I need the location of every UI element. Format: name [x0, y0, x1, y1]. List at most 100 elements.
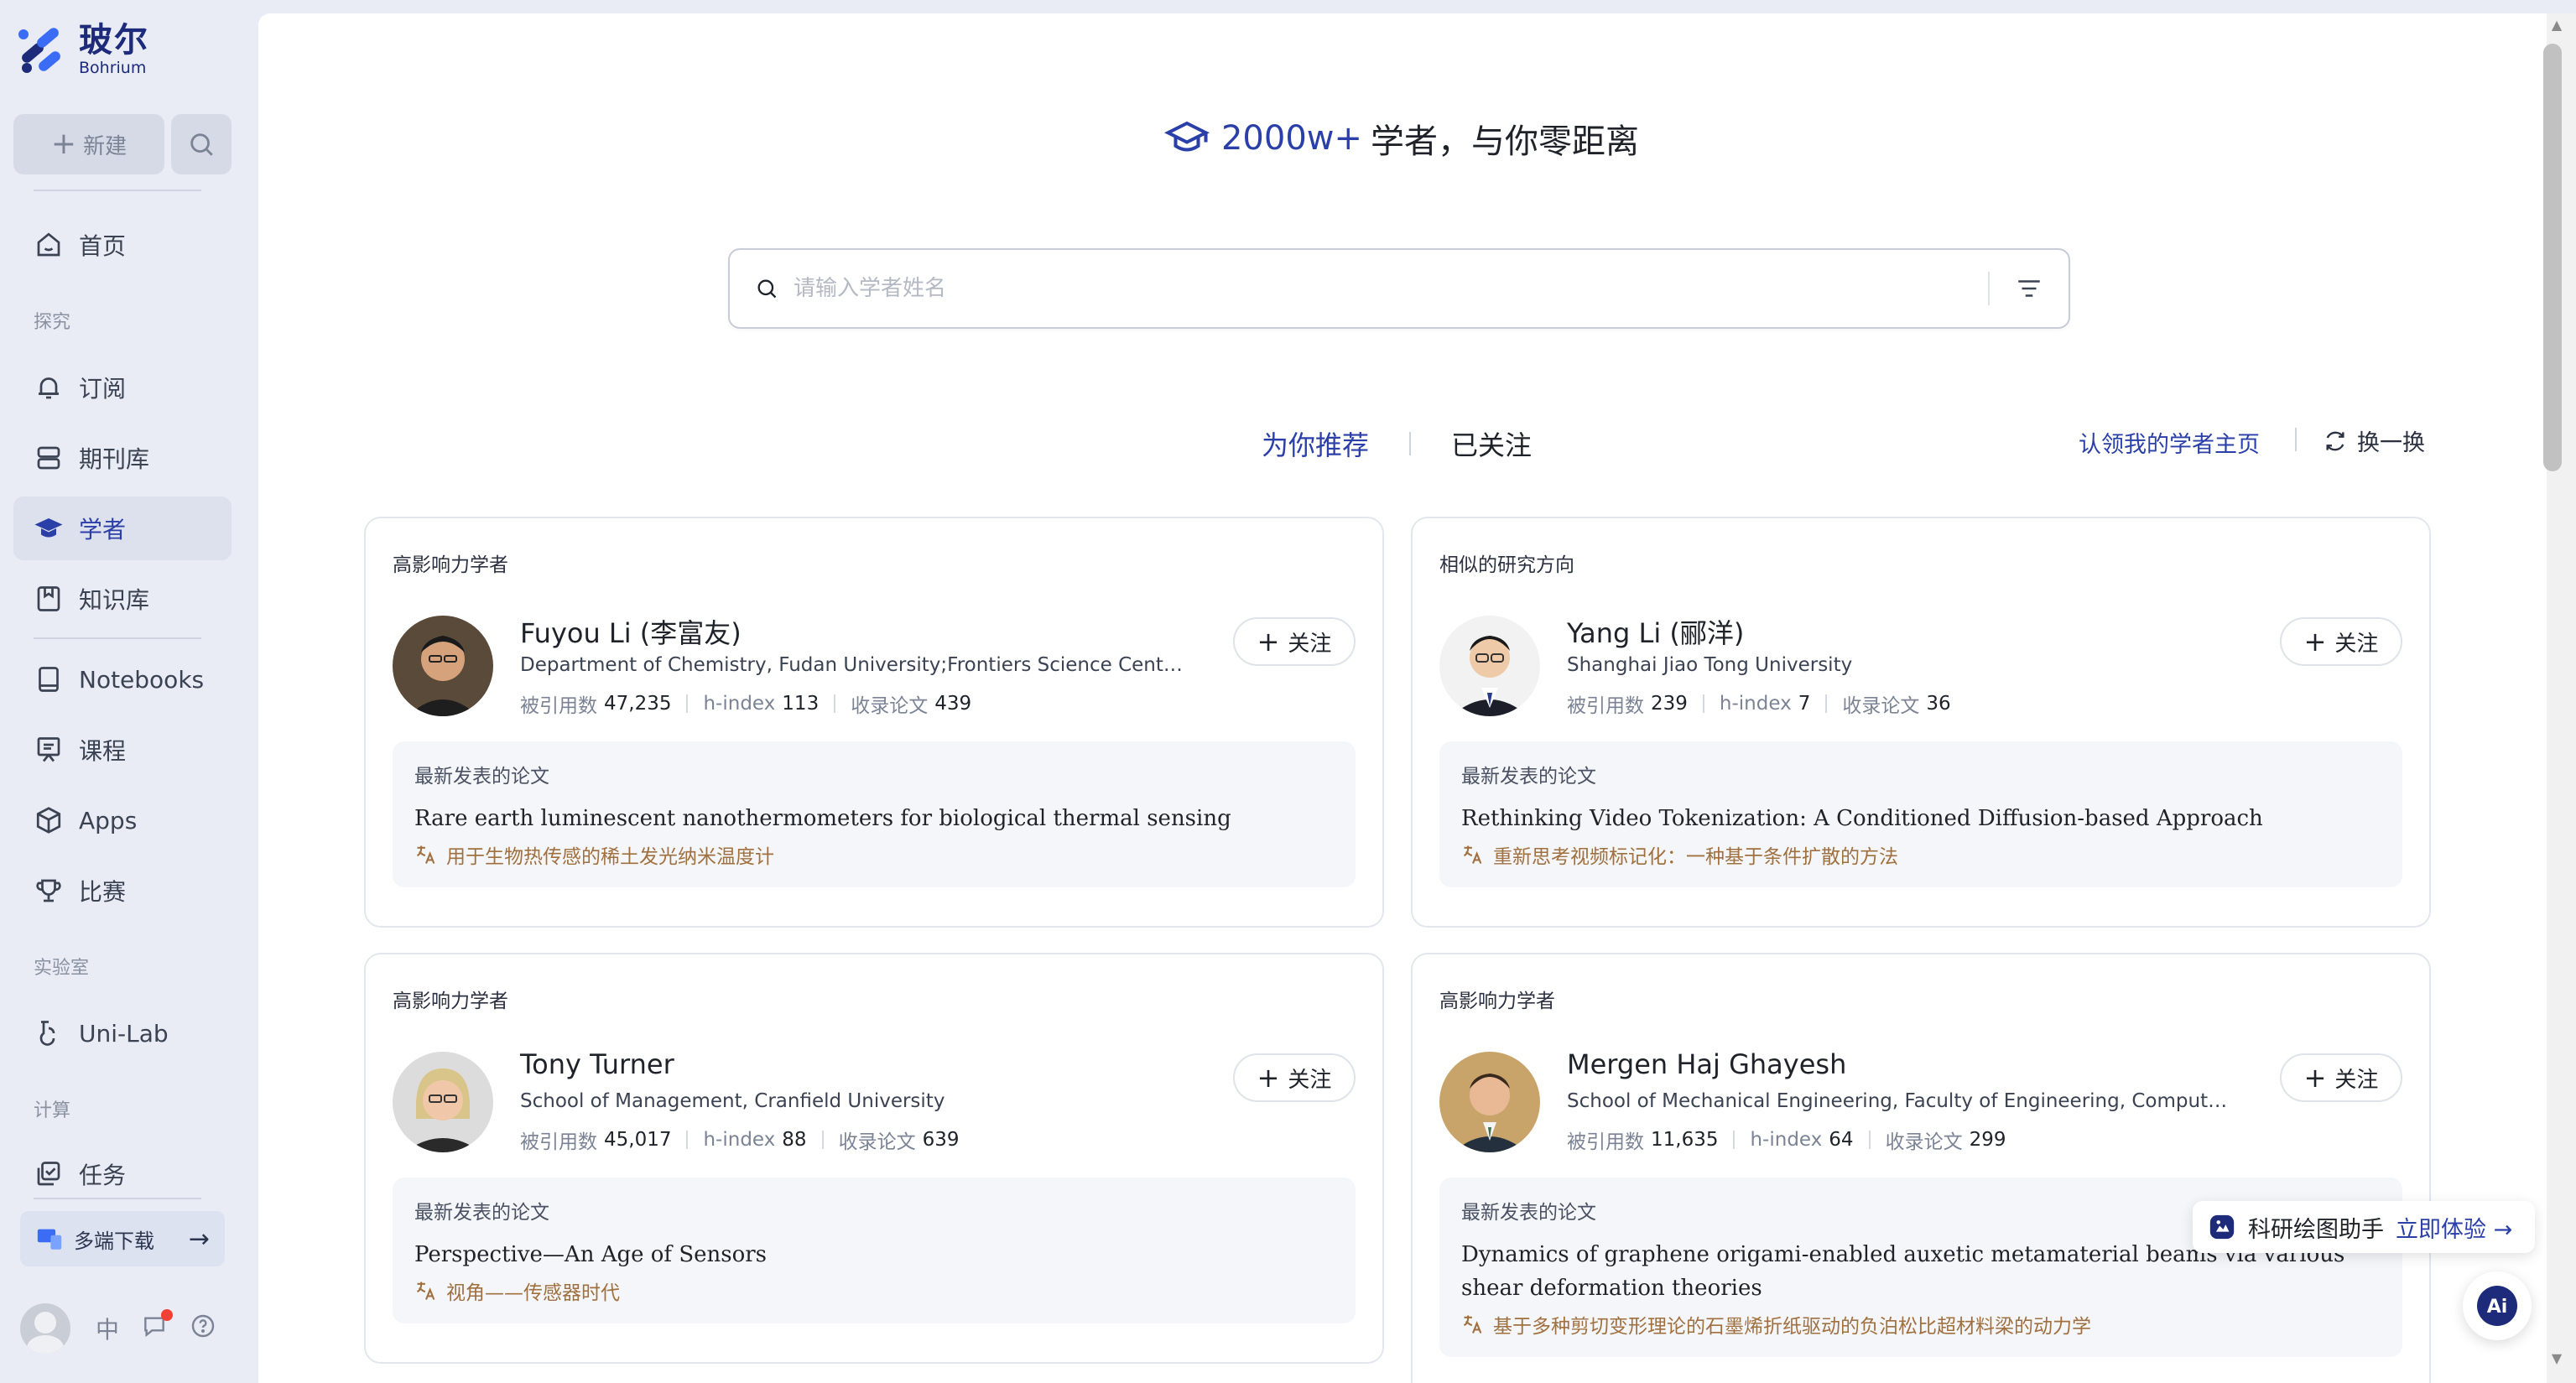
sidebar-item-label: 比赛: [79, 878, 127, 906]
book-save-icon: [37, 586, 60, 611]
trophy-icon: [36, 879, 61, 902]
follow-button[interactable]: + 关注: [2280, 617, 2402, 666]
scholar-card[interactable]: 高影响力学者 Mergen Haj Ghayesh School of Mech…: [1411, 953, 2431, 1383]
section-lab: 实验室: [34, 958, 90, 979]
stat-divider: [1825, 694, 1828, 713]
sidebar-item-courses[interactable]: 课程: [13, 718, 232, 782]
follow-button[interactable]: + 关注: [1233, 1053, 1356, 1102]
scholar-stats: 被引用数 239 h-index 7 收录论文 36: [1567, 689, 1951, 718]
stat-divider: [686, 1131, 689, 1149]
tab-recommended[interactable]: 为你推荐: [1262, 424, 1369, 463]
paper-translation-text: 视角——传感器时代: [446, 1282, 620, 1304]
follow-button[interactable]: + 关注: [2280, 1053, 2402, 1102]
sidebar-item-contests[interactable]: 比赛: [13, 859, 232, 923]
plus-icon: +: [50, 127, 77, 161]
multi-device-download-button[interactable]: 多端下载 →: [20, 1211, 225, 1266]
tab-divider: [1409, 432, 1412, 455]
help-icon[interactable]: [190, 1313, 216, 1345]
hindex-value: 64: [1829, 1129, 1854, 1151]
paper-title[interactable]: Rethinking Video Tokenization: A Conditi…: [1461, 802, 2381, 835]
scholar-avatar[interactable]: [393, 616, 493, 716]
scholar-avatar[interactable]: [393, 1052, 493, 1152]
sidebar-item-notebooks[interactable]: Notebooks: [13, 647, 232, 711]
hindex-label: h-index: [1750, 1129, 1823, 1151]
scholar-card[interactable]: 高影响力学者 Fuyou Li (李富友) Department of Chem…: [364, 517, 1384, 928]
scholar-affiliation: School of Management, Cranfield Universi…: [520, 1090, 945, 1112]
paper-translation: 重新思考视频标记化：一种基于条件扩散的方法: [1461, 840, 2381, 869]
sidebar-item-knowledge[interactable]: 知识库: [13, 567, 232, 631]
sidebar-item-apps[interactable]: Apps: [13, 788, 232, 852]
user-avatar[interactable]: [20, 1303, 70, 1354]
message-icon[interactable]: [141, 1308, 174, 1345]
stat-divider: [821, 1131, 824, 1149]
drawing-assistant-banner[interactable]: 科研绘图助手 立即体验 →: [2193, 1201, 2535, 1253]
card-tag: 高影响力学者: [1439, 990, 1555, 1012]
claim-profile-link[interactable]: 认领我的学者主页: [2079, 426, 2260, 459]
plus-icon: +: [2303, 626, 2327, 658]
scholar-avatar[interactable]: [1439, 616, 1540, 716]
sidebar-item-scholars[interactable]: 学者: [13, 497, 232, 560]
scholar-search-input[interactable]: [794, 276, 1963, 301]
new-button-label: 新建: [83, 133, 127, 159]
scholar-card[interactable]: 高影响力学者 Tony Turner School of Management,…: [364, 953, 1384, 1364]
paper-translation: 用于生物热传感的稀土发光纳米温度计: [414, 840, 1334, 869]
sidebar-search-button[interactable]: [171, 114, 232, 174]
papers-value: 36: [1926, 693, 1951, 715]
citations-value: 47,235: [604, 693, 672, 715]
hindex-value: 7: [1798, 693, 1811, 715]
scholar-name[interactable]: Fuyou Li (李富友): [520, 612, 742, 651]
sidebar-divider: [34, 637, 201, 639]
sidebar-item-journals[interactable]: 期刊库: [13, 426, 232, 490]
try-now-link[interactable]: 立即体验 →: [2396, 1211, 2512, 1244]
scholar-name[interactable]: Yang Li (郦洋): [1567, 612, 1744, 651]
sidebar-item-subscribe[interactable]: 订阅: [13, 356, 232, 419]
flask-icon: [39, 1021, 55, 1046]
tab-following[interactable]: 已关注: [1451, 424, 1532, 463]
sidebar-item-label: 课程: [79, 737, 127, 765]
graduation-cap-icon: [34, 518, 63, 538]
scroll-up-arrow[interactable]: ▲: [2547, 17, 2567, 33]
papers-label: 收录论文: [838, 1131, 916, 1153]
latest-paper[interactable]: 最新发表的论文 Perspective—An Age of Sensors 视角…: [393, 1178, 1356, 1323]
translate-icon: [1463, 1315, 1482, 1334]
latest-paper[interactable]: 最新发表的论文 Rare earth luminescent nanotherm…: [393, 741, 1356, 887]
sidebar-item-unilab[interactable]: Uni-Lab: [13, 1001, 232, 1065]
language-switch[interactable]: 中: [96, 1312, 119, 1345]
papers-value: 299: [1969, 1129, 2006, 1151]
translate-icon: [1463, 845, 1482, 864]
citations-label: 被引用数: [1567, 695, 1644, 717]
paper-title[interactable]: Rare earth luminescent nanothermometers …: [414, 802, 1334, 835]
new-button[interactable]: + 新建: [13, 114, 164, 174]
scholar-avatar[interactable]: [1439, 1052, 1540, 1152]
presentation-icon: [37, 737, 60, 762]
citations-label: 被引用数: [1567, 1131, 1644, 1153]
home-icon: [37, 232, 60, 257]
follow-label: 关注: [1288, 631, 1332, 657]
filter-icon[interactable]: [2015, 274, 2043, 303]
scroll-down-arrow[interactable]: ▼: [2547, 1350, 2567, 1366]
brand-logo[interactable]: 玻尔 Bohrium: [15, 23, 149, 76]
arrow-right-icon: →: [188, 1224, 210, 1254]
devices-icon: [37, 1229, 62, 1250]
sidebar: 玻尔 Bohrium + 新建 首页 探究 订阅 期刊库 学者 知识库 Note…: [0, 0, 257, 1383]
scholar-affiliation: School of Mechanical Engineering, Facult…: [1567, 1090, 2230, 1112]
ai-assistant-button[interactable]: Ai: [2463, 1271, 2532, 1340]
latest-paper[interactable]: 最新发表的论文 Rethinking Video Tokenization: A…: [1439, 741, 2402, 887]
sidebar-item-home[interactable]: 首页: [13, 213, 232, 277]
scholar-name[interactable]: Mergen Haj Ghayesh: [1567, 1048, 1846, 1080]
hero-count: 2000w+: [1220, 119, 1363, 158]
follow-button[interactable]: + 关注: [1233, 617, 1356, 666]
hindex-label: h-index: [703, 1129, 776, 1151]
sidebar-item-tasks[interactable]: 任务: [13, 1142, 232, 1206]
drawing-assistant-label: 科研绘图助手: [2248, 1216, 2384, 1243]
citations-label: 被引用数: [520, 1131, 597, 1153]
scrollbar-thumb[interactable]: [2543, 44, 2562, 471]
paper-translation-text: 基于多种剪切变形理论的石墨烯折纸驱动的负泊松比超材料梁的动力学: [1493, 1316, 2091, 1338]
sidebar-item-label: Apps: [79, 806, 138, 834]
stat-divider: [1733, 1131, 1736, 1149]
paper-title[interactable]: Perspective—An Age of Sensors: [414, 1238, 1334, 1271]
sidebar-item-label: Uni-Lab: [79, 1019, 169, 1048]
scholar-name[interactable]: Tony Turner: [520, 1048, 674, 1080]
scholar-card[interactable]: 相似的研究方向 Yang Li (郦洋) Shanghai Jiao Tong …: [1411, 517, 2431, 928]
refresh-button[interactable]: 换一换: [2322, 424, 2425, 457]
